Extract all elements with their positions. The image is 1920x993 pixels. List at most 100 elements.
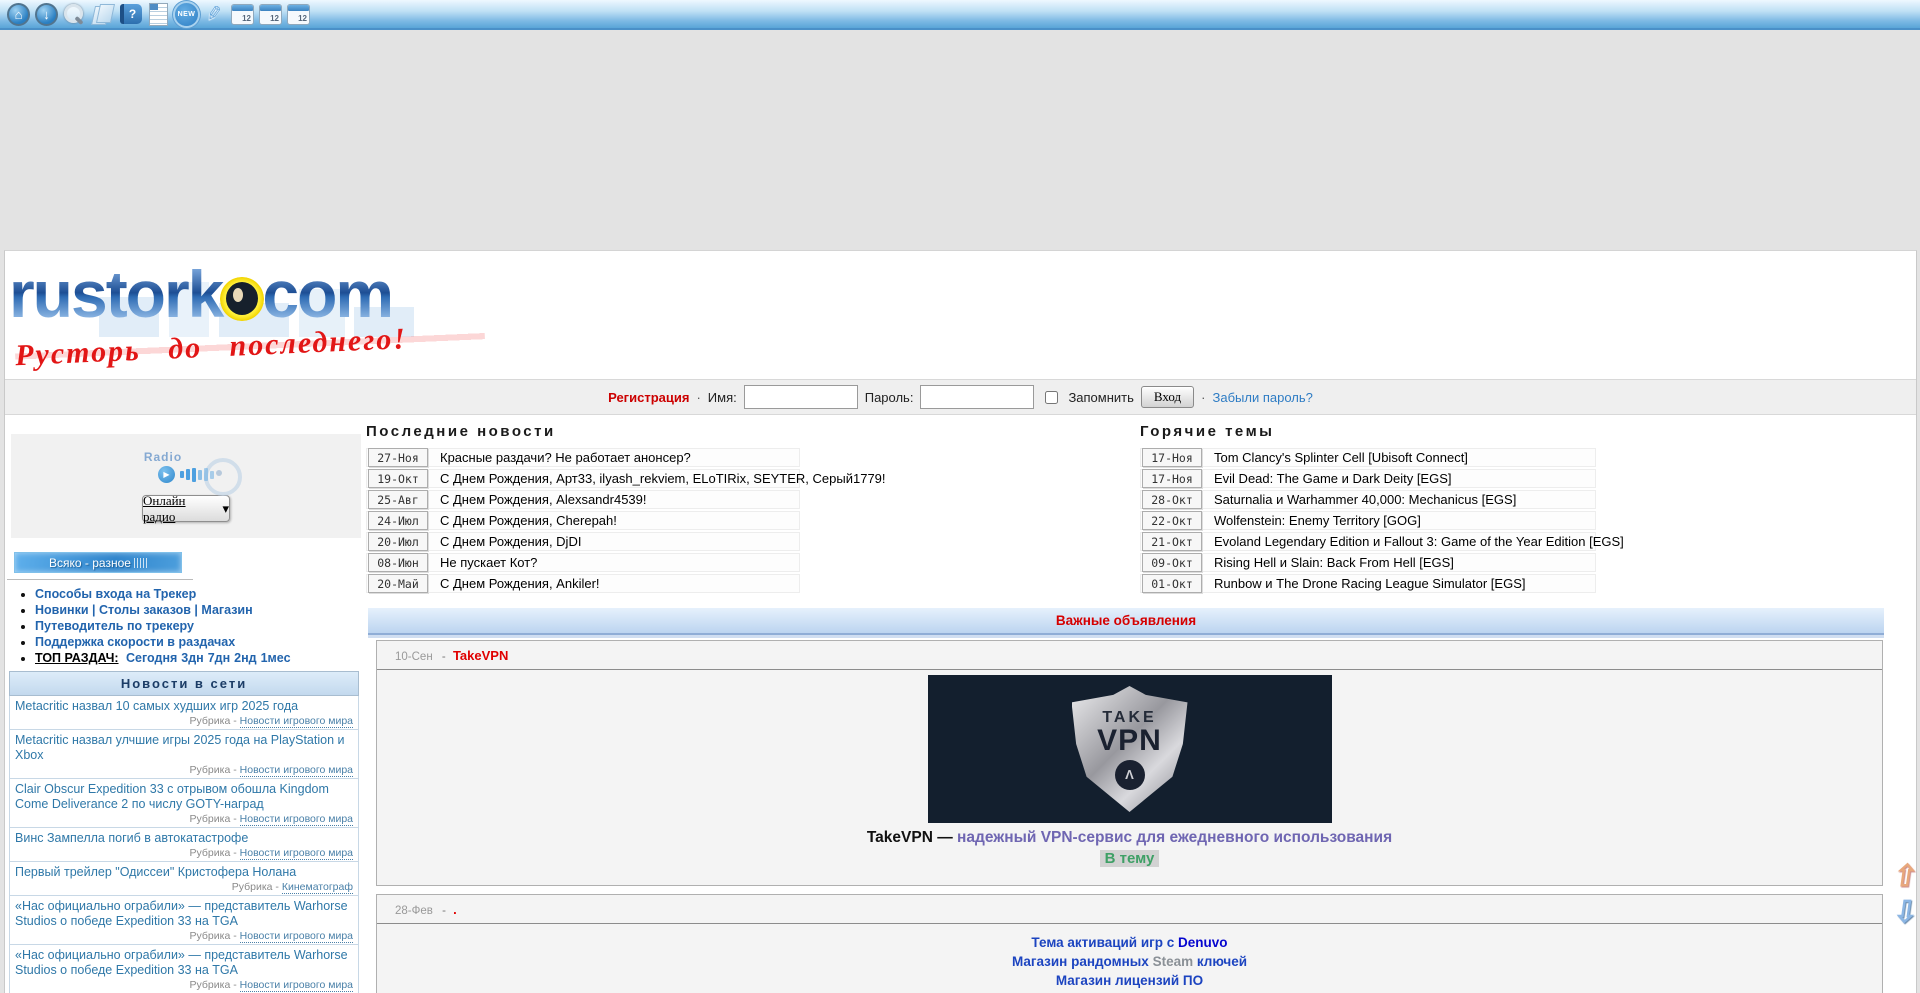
net-news-item: Первый трейлер "Одиссеи" Кристофера Нола… (9, 862, 359, 896)
hot-topics-section: Горячие темы 17-Ноя Tom Clancy's Splinte… (1140, 423, 1640, 595)
document-icon[interactable] (146, 2, 171, 27)
news-text[interactable]: С Днем Рождения, Cherepah! (440, 513, 617, 528)
topic-text[interactable]: Wolfenstein: Enemy Territory [GOG] (1214, 513, 1421, 528)
radio-play-button[interactable]: ▶ (158, 466, 175, 483)
top-period-link[interactable]: 7дн (208, 651, 230, 665)
download-icon[interactable]: ↓ (34, 2, 59, 27)
topic-text[interactable]: Evil Dead: The Game и Dark Deity [EGS] (1214, 471, 1452, 486)
news-text[interactable]: С Днем Рождения, Ankiler! (440, 576, 600, 591)
software-licenses-shop-link[interactable]: Магазин лицензий ПО (1056, 973, 1203, 988)
news-date: 08-Июн (368, 553, 428, 572)
rubric-category-link[interactable]: Новости игрового мира (240, 930, 353, 943)
new-badge-icon[interactable]: NEW (174, 2, 199, 27)
topic-row: 22-Окт Wolfenstein: Enemy Territory [GOG… (1140, 511, 1596, 530)
topic-row: 01-Окт Runbow и The Drone Racing League … (1140, 574, 1596, 593)
pages-icon[interactable] (90, 2, 115, 27)
steam-keys-shop-link[interactable]: Магазин рандомных Steam ключей (1012, 954, 1247, 969)
net-news-item-title[interactable]: «Нас официально ограбили» — представител… (15, 948, 353, 978)
new-badge-label: NEW (175, 3, 198, 26)
announcement-title-link[interactable]: . (453, 902, 457, 917)
search-icon[interactable] (62, 2, 87, 27)
net-news-item-title[interactable]: Первый трейлер "Одиссеи" Кристофера Нола… (15, 865, 353, 880)
rubric-category-link[interactable]: Новости игрового мира (240, 979, 353, 992)
net-news-item-title[interactable]: Metacritic назвал 10 самых худших игр 20… (15, 699, 353, 714)
topic-text[interactable]: Tom Clancy's Splinter Cell [Ubisoft Conn… (1214, 450, 1468, 465)
news-date: 25-Авг (368, 490, 428, 509)
login-button[interactable]: Вход (1141, 386, 1194, 408)
top-period-link[interactable]: Сегодня (126, 651, 177, 665)
register-link[interactable]: Регистрация (608, 390, 689, 405)
username-input[interactable] (744, 385, 858, 409)
takevpn-topic-link[interactable]: В тему (1100, 850, 1160, 867)
page-scrollers: ⇧ ⇩ (1893, 862, 1918, 928)
news-text[interactable]: С Днем Рождения, Арт33, ilyash_rekviem, … (440, 471, 886, 486)
top-period-link[interactable]: 1мес (261, 651, 291, 665)
sidebar-link[interactable]: Путеводитель по трекеру (35, 619, 194, 633)
rubric-category-link[interactable]: Новости игрового мира (240, 764, 353, 777)
password-input[interactable] (920, 385, 1034, 409)
calendar-icon[interactable]: 12 (258, 2, 283, 27)
top-razdach-label[interactable]: ТОП РАЗДАЧ: (35, 651, 119, 665)
sidebar-link[interactable]: Способы входа на Трекер (35, 587, 196, 601)
topic-row: 09-Окт Rising Hell и Slain: Back From He… (1140, 553, 1596, 572)
top-period-link[interactable]: 2нд (234, 651, 256, 665)
rubric-label: Рубрика - (190, 930, 237, 942)
news-text[interactable]: С Днем Рождения, Alexsandr4539! (440, 492, 647, 507)
announcement-date: 28-Фев (395, 905, 433, 917)
net-news-item-title[interactable]: «Нас официально ограбили» — представител… (15, 899, 353, 929)
remember-label: Запомнить (1068, 390, 1133, 405)
takevpn-caption-link[interactable]: надежный VPN-сервис для ежедневного испо… (957, 829, 1392, 846)
edit-pencil-icon[interactable]: ✎ (200, 0, 229, 28)
site-logo[interactable]: rustorkcom Русторь до последнего! (9, 263, 429, 375)
news-text[interactable]: Не пускает Кот? (440, 555, 537, 570)
sidebar-link-item: Поддержка скорости в раздачах (35, 635, 375, 649)
divider (377, 669, 1882, 670)
topic-text[interactable]: Saturnalia и Warhammer 40,000: Mechanicu… (1214, 492, 1516, 507)
rubric-category-link[interactable]: Новости игрового мира (240, 715, 353, 728)
topic-date: 22-Окт (1142, 511, 1202, 530)
net-news-item-title[interactable]: Винс Зампелла погиб в автокатастрофе (15, 831, 353, 846)
denuvo-topic-link[interactable]: Тема активаций игр с Denuvo (1031, 935, 1227, 950)
home-icon[interactable]: ⌂ (6, 2, 31, 27)
rubric-category-link[interactable]: Новости игрового мира (240, 847, 353, 860)
online-radio-button[interactable]: Онлайн радио▾ (142, 495, 230, 522)
topic-row: 28-Окт Saturnalia и Warhammer 40,000: Me… (1140, 490, 1596, 509)
latest-news-title: Последние новости (366, 423, 866, 440)
net-news-item-title[interactable]: Metacritic назвал улчшие игры 2025 года … (15, 733, 353, 763)
sidebar-link[interactable]: Поддержка скорости в раздачах (35, 635, 235, 649)
vsyako-raznoe-banner[interactable]: Всяко - разное (14, 552, 182, 573)
rubric-label: Рубрика - (190, 813, 237, 825)
home-glyph: ⌂ (7, 3, 30, 26)
forgot-password-link[interactable]: Забыли пароль? (1213, 390, 1313, 405)
scroll-to-top-icon[interactable]: ⇧ (1891, 862, 1920, 892)
faq-book-icon[interactable]: ? (118, 2, 143, 27)
rubric-category-link[interactable]: Кинематограф (282, 881, 353, 894)
topic-date: 17-Ноя (1142, 469, 1202, 488)
news-date: 20-Июл (368, 532, 428, 551)
topic-row: 17-Ноя Evil Dead: The Game и Dark Deity … (1140, 469, 1596, 488)
sidebar-link[interactable]: Новинки | Столы заказов | Магазин (35, 603, 253, 617)
topic-date: 09-Окт (1142, 553, 1202, 572)
page: ⌂ ↓ ? NEW ✎ 12 12 12 rustorkcom Русторь … (0, 0, 1920, 993)
news-text[interactable]: Красные раздачи? Не работает анонсер? (440, 450, 691, 465)
calendar-icon[interactable]: 12 (230, 2, 255, 27)
rubric-category-link[interactable]: Новости игрового мира (240, 813, 353, 826)
net-news-item-title[interactable]: Clair Obscur Expedition 33 с отрывом обо… (15, 782, 353, 812)
news-date: 20-Май (368, 574, 428, 593)
radio-brand: Radio (144, 450, 182, 464)
takevpn-shield-icon: TAKE VPN Λ (1072, 686, 1188, 812)
topic-text[interactable]: Evoland Legendary Edition и Fallout 3: G… (1214, 534, 1624, 549)
top-period-link[interactable]: 3дн (181, 651, 203, 665)
takevpn-banner-image[interactable]: TAKE VPN Λ (928, 675, 1332, 823)
logo-text: rustorkcom (9, 263, 429, 325)
calendar-icon[interactable]: 12 (286, 2, 311, 27)
net-news-item: Metacritic назвал улчшие игры 2025 года … (9, 730, 359, 779)
news-text[interactable]: С Днем Рождения, DjDI (440, 534, 581, 549)
topic-text[interactable]: Runbow и The Drone Racing League Simulat… (1214, 576, 1525, 591)
topic-text[interactable]: Rising Hell и Slain: Back From Hell [EGS… (1214, 555, 1454, 570)
scroll-to-bottom-icon[interactable]: ⇩ (1891, 898, 1920, 928)
news-date: 19-Окт (368, 469, 428, 488)
remember-checkbox[interactable] (1045, 391, 1058, 404)
announcement-title-link[interactable]: TakeVPN (453, 648, 508, 663)
news-row: 20-Май С Днем Рождения, Ankiler! (366, 574, 800, 593)
